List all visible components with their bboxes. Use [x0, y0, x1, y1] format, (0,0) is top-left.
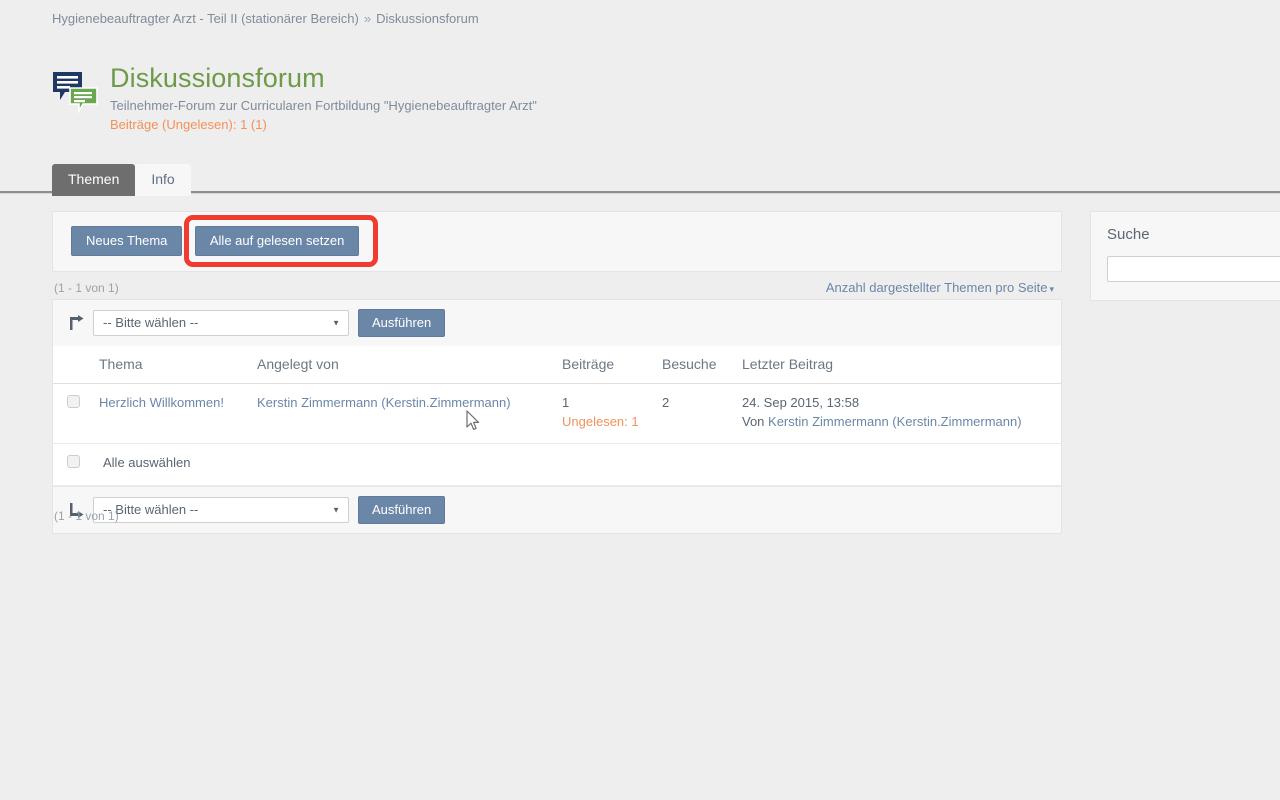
chevron-down-icon: ▼: [332, 318, 340, 328]
page-unread-meta: Beiträge (Ungelesen): 1 (1): [110, 117, 267, 132]
select-all-checkbox-cell: [53, 443, 93, 486]
bulk-action-select-top-value: -- Bitte wählen --: [103, 315, 199, 330]
arrow-up-right-icon: [67, 314, 85, 332]
page-title: Diskussionsforum: [110, 63, 325, 93]
page-header: Diskussionsforum Teilnehmer-Forum zur Cu…: [52, 62, 952, 134]
action-bar-top: -- Bitte wählen -- ▼ Ausführen: [53, 300, 1061, 346]
action-bar-bottom: -- Bitte wählen -- ▼ Ausführen: [53, 486, 1061, 533]
bulk-action-select-bottom[interactable]: -- Bitte wählen -- ▼: [93, 497, 349, 523]
new-topic-button[interactable]: Neues Thema: [71, 226, 183, 256]
mark-all-read-button[interactable]: Alle auf gelesen setzen: [194, 226, 360, 256]
bulk-action-select-top[interactable]: -- Bitte wählen -- ▼: [93, 310, 349, 336]
forum-speech-bubbles-icon: [52, 70, 98, 116]
topic-author-link[interactable]: Kerstin Zimmermann (Kerstin.Zimmermann): [257, 395, 511, 410]
breadcrumb-current-link[interactable]: Diskussionsforum: [376, 11, 479, 26]
select-all-label[interactable]: Alle auswählen: [99, 455, 190, 470]
topics-table-card: -- Bitte wählen -- ▼ Ausführen Thema Ang…: [52, 299, 1062, 534]
select-all-row: Alle auswählen: [53, 443, 1061, 486]
toolbar-card: Neues Thema Alle auf gelesen setzen: [52, 211, 1062, 272]
lastpost-date: 24. Sep 2015, 13:58: [742, 395, 860, 410]
header-beitraege[interactable]: Beiträge: [556, 346, 656, 384]
execute-button-top[interactable]: Ausführen: [358, 309, 446, 337]
row-checkbox-cell: [53, 383, 93, 444]
mouse-cursor: [466, 410, 482, 432]
topics-table: Thema Angelegt von Beiträge Besuche Letz…: [53, 346, 1061, 486]
breadcrumb-separator: »: [363, 11, 372, 26]
topic-link[interactable]: Herzlich Willkommen!: [99, 395, 224, 410]
tab-themen[interactable]: Themen: [52, 164, 136, 196]
lastpost-author-link[interactable]: Kerstin Zimmermann (Kerstin.Zimmermann): [768, 414, 1022, 429]
chevron-down-icon: ▾: [1049, 284, 1054, 294]
execute-button-bottom[interactable]: Ausführen: [358, 496, 446, 524]
header-besuche[interactable]: Besuche: [656, 346, 736, 384]
row-posts-cell: 1 Ungelesen: 1: [556, 383, 656, 444]
table-row: Herzlich Willkommen! Kerstin Zimmermann …: [53, 383, 1061, 444]
posts-unread-count: Ungelesen: 1: [562, 414, 639, 429]
header-thema[interactable]: Thema: [93, 346, 251, 384]
pagination-top-row: (1 - 1 von 1) Anzahl dargestellter Theme…: [52, 280, 1062, 295]
search-panel-title: Suche: [1107, 226, 1150, 243]
row-checkbox[interactable]: [67, 395, 80, 408]
breadcrumb-parent-link[interactable]: Hygienebeauftragter Arzt - Teil II (stat…: [52, 11, 359, 26]
tab-bar: Themen Info: [52, 164, 191, 196]
row-author-cell: Kerstin Zimmermann (Kerstin.Zimmermann): [251, 383, 556, 444]
mark-all-read-highlight-wrapper: Alle auf gelesen setzen: [183, 215, 379, 267]
search-panel: Suche: [1090, 211, 1280, 301]
tab-divider-shadow: [0, 193, 1280, 194]
row-views-cell: 2: [656, 383, 736, 444]
table-header-row: Thema Angelegt von Beiträge Besuche Letz…: [53, 346, 1061, 384]
row-thema-cell: Herzlich Willkommen!: [93, 383, 251, 444]
page-root: Hygienebeauftragter Arzt - Teil II (stat…: [0, 0, 1280, 800]
result-count-top: (1 - 1 von 1): [54, 281, 119, 295]
page-subtitle: Teilnehmer-Forum zur Curricularen Fortbi…: [110, 98, 537, 113]
per-page-dropdown[interactable]: Anzahl dargestellter Themen pro Seite ▾: [826, 280, 1054, 295]
search-input[interactable]: [1107, 256, 1280, 282]
header-angelegt-von[interactable]: Angelegt von: [251, 346, 556, 384]
forum-toolbar: Neues Thema Alle auf gelesen setzen: [53, 212, 1061, 271]
row-lastpost-cell: 24. Sep 2015, 13:58 Von Kerstin Zimmerma…: [736, 383, 1061, 444]
header-checkbox-cell: [53, 346, 93, 384]
chevron-down-icon: ▼: [332, 505, 340, 515]
per-page-label: Anzahl dargestellter Themen pro Seite: [825, 280, 1048, 295]
tab-info[interactable]: Info: [135, 164, 191, 196]
breadcrumb: Hygienebeauftragter Arzt - Teil II (stat…: [52, 11, 479, 27]
lastpost-author-line: Von Kerstin Zimmermann (Kerstin.Zimmerma…: [742, 414, 1055, 429]
header-letzter-beitrag[interactable]: Letzter Beitrag: [736, 346, 1061, 384]
posts-count: 1: [562, 395, 570, 410]
result-count-bottom: (1 - 1 von 1): [54, 509, 119, 523]
lastpost-by-prefix: Von: [742, 414, 769, 429]
select-all-label-cell: Alle auswählen: [93, 443, 1061, 486]
select-all-checkbox[interactable]: [67, 455, 80, 468]
